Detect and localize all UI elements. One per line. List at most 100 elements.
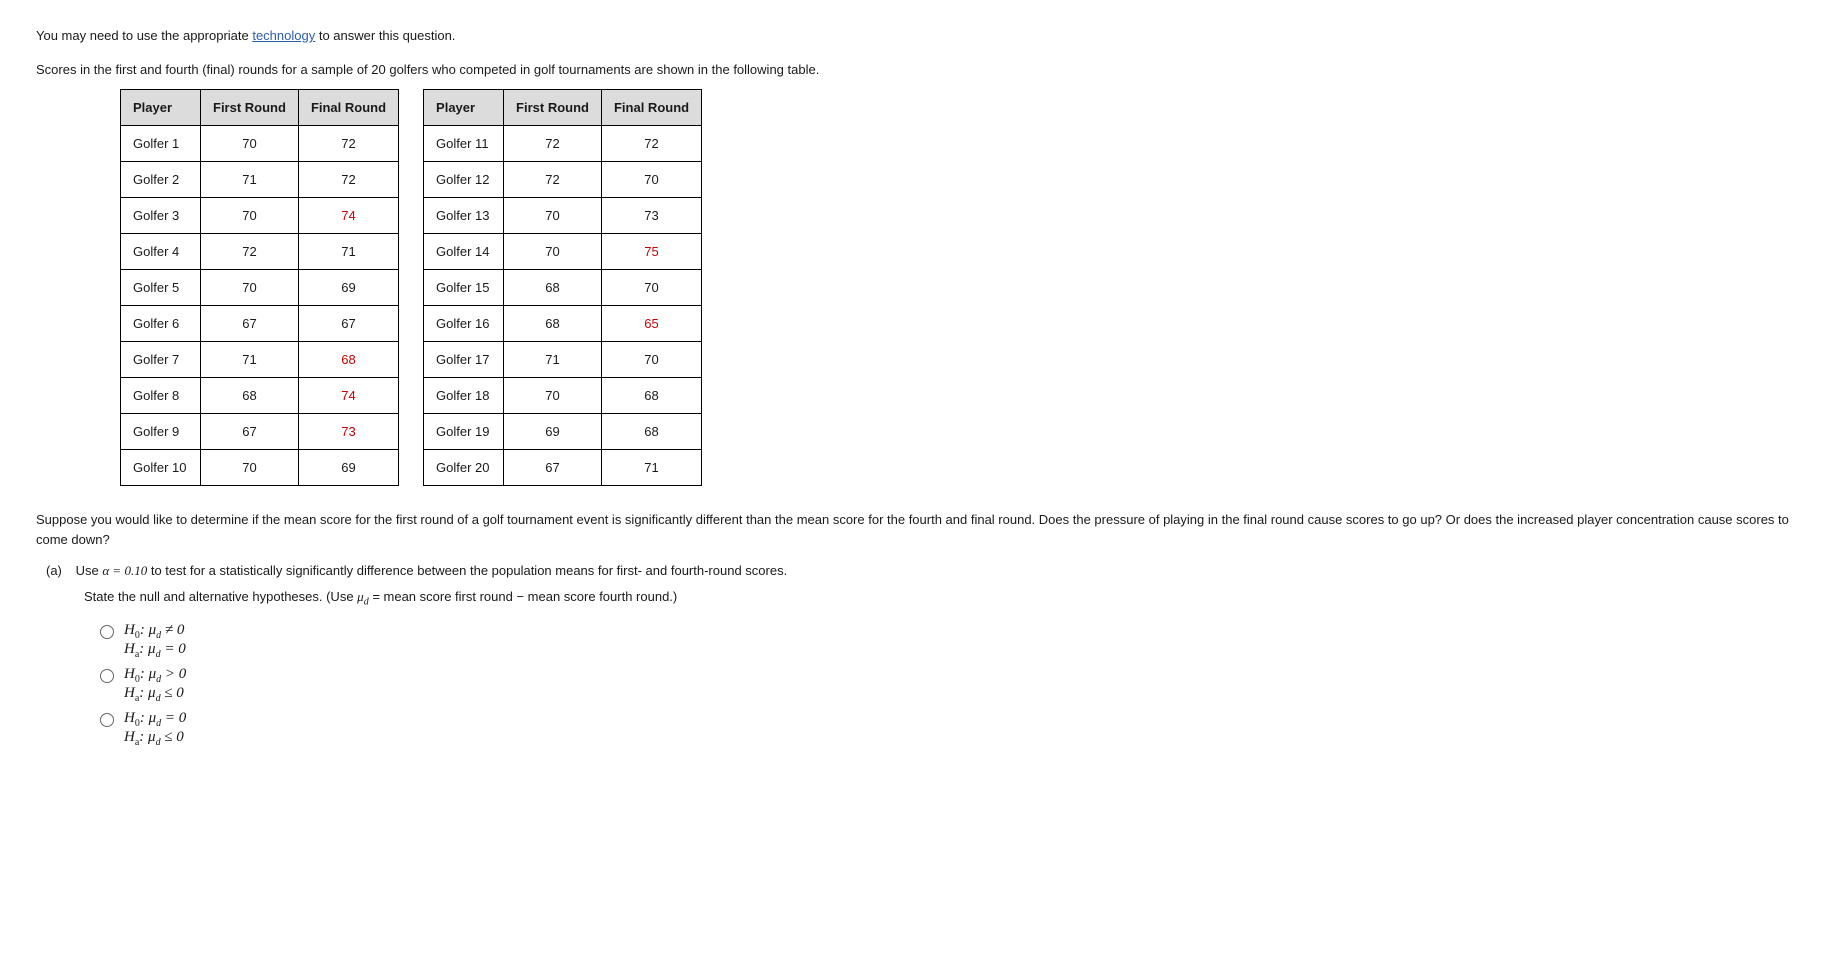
cell-final: 71 [601, 450, 701, 486]
table-row: Golfer 77168 [121, 342, 399, 378]
cell-final: 65 [601, 306, 701, 342]
cell-player: Golfer 15 [424, 270, 504, 306]
cell-first: 70 [201, 126, 299, 162]
table-row: Golfer 127270 [424, 162, 702, 198]
table-row: Golfer 117272 [424, 126, 702, 162]
hypothesis-line: Ha: μd ≤ 0 [124, 729, 186, 748]
table-row: Golfer 156870 [424, 270, 702, 306]
radio-button[interactable] [100, 713, 114, 727]
cell-final: 70 [601, 342, 701, 378]
cell-player: Golfer 16 [424, 306, 504, 342]
part-a-post: to test for a statistically significantl… [147, 563, 787, 578]
cell-final: 74 [298, 198, 398, 234]
golfer-table-left: Player First Round Final Round Golfer 17… [120, 89, 399, 486]
cell-final: 69 [298, 450, 398, 486]
option-row: H0: μd ≠ 0Ha: μd = 0 [100, 622, 1789, 660]
hypothesis-pair: H0: μd > 0Ha: μd ≤ 0 [124, 666, 186, 704]
cell-first: 71 [201, 162, 299, 198]
cell-player: Golfer 8 [121, 378, 201, 414]
cell-first: 70 [201, 270, 299, 306]
table-row: Golfer 187068 [424, 378, 702, 414]
option-row: H0: μd = 0Ha: μd ≤ 0 [100, 710, 1789, 748]
hypothesis-options: H0: μd ≠ 0Ha: μd = 0 H0: μd > 0Ha: μd ≤ 0… [100, 622, 1789, 748]
table-row: Golfer 177170 [424, 342, 702, 378]
golfer-table-right: Player First Round Final Round Golfer 11… [423, 89, 702, 486]
cell-first: 67 [201, 306, 299, 342]
cell-player: Golfer 6 [121, 306, 201, 342]
cell-final: 68 [298, 342, 398, 378]
cell-final: 68 [601, 414, 701, 450]
hypothesis-prompt: State the null and alternative hypothese… [84, 589, 1789, 608]
cell-first: 72 [201, 234, 299, 270]
cell-final: 71 [298, 234, 398, 270]
intro-pre: You may need to use the appropriate [36, 28, 252, 43]
table-row: Golfer 166865 [424, 306, 702, 342]
table-row: Golfer 206771 [424, 450, 702, 486]
subq-post: = mean score first round − mean score fo… [369, 589, 678, 604]
cell-first: 71 [201, 342, 299, 378]
cell-final: 75 [601, 234, 701, 270]
cell-first: 68 [201, 378, 299, 414]
table-row: Golfer 66767 [121, 306, 399, 342]
table-row: Golfer 47271 [121, 234, 399, 270]
cell-player: Golfer 9 [121, 414, 201, 450]
cell-player: Golfer 2 [121, 162, 201, 198]
cell-final: 73 [601, 198, 701, 234]
cell-final: 74 [298, 378, 398, 414]
cell-player: Golfer 4 [121, 234, 201, 270]
cell-first: 70 [504, 378, 602, 414]
radio-button[interactable] [100, 669, 114, 683]
col-player: Player [424, 90, 504, 126]
cell-player: Golfer 13 [424, 198, 504, 234]
description: Scores in the first and fourth (final) r… [36, 60, 1789, 80]
cell-player: Golfer 10 [121, 450, 201, 486]
cell-first: 67 [504, 450, 602, 486]
table-row: Golfer 196968 [424, 414, 702, 450]
cell-final: 72 [601, 126, 701, 162]
cell-player: Golfer 7 [121, 342, 201, 378]
alpha-eq: α = 0.10 [102, 563, 147, 578]
cell-player: Golfer 12 [424, 162, 504, 198]
table-row: Golfer 147075 [424, 234, 702, 270]
radio-button[interactable] [100, 625, 114, 639]
cell-final: 70 [601, 270, 701, 306]
cell-player: Golfer 18 [424, 378, 504, 414]
cell-final: 73 [298, 414, 398, 450]
question-text: Suppose you would like to determine if t… [36, 510, 1789, 549]
cell-final: 72 [298, 126, 398, 162]
part-a: (a) Use α = 0.10 to test for a statistic… [46, 563, 1789, 579]
hypothesis-pair: H0: μd ≠ 0Ha: μd = 0 [124, 622, 186, 660]
table-row: Golfer 37074 [121, 198, 399, 234]
table-row: Golfer 27172 [121, 162, 399, 198]
col-player: Player [121, 90, 201, 126]
cell-first: 70 [504, 234, 602, 270]
cell-first: 68 [504, 306, 602, 342]
cell-player: Golfer 14 [424, 234, 504, 270]
hypothesis-line: H0: μd = 0 [124, 710, 186, 729]
cell-first: 72 [504, 162, 602, 198]
cell-first: 67 [201, 414, 299, 450]
cell-player: Golfer 3 [121, 198, 201, 234]
intro-post: to answer this question. [315, 28, 455, 43]
cell-final: 68 [601, 378, 701, 414]
hypothesis-line: Ha: μd ≤ 0 [124, 685, 186, 704]
col-final: Final Round [298, 90, 398, 126]
cell-player: Golfer 1 [121, 126, 201, 162]
table-row: Golfer 57069 [121, 270, 399, 306]
cell-player: Golfer 11 [424, 126, 504, 162]
col-final: Final Round [601, 90, 701, 126]
subq-pre: State the null and alternative hypothese… [84, 589, 357, 604]
cell-first: 70 [201, 450, 299, 486]
technology-link[interactable]: technology [252, 28, 315, 43]
table-row: Golfer 107069 [121, 450, 399, 486]
tables-container: Player First Round Final Round Golfer 17… [120, 89, 1789, 486]
table-row: Golfer 17072 [121, 126, 399, 162]
cell-final: 70 [601, 162, 701, 198]
cell-first: 68 [504, 270, 602, 306]
part-a-pre: Use [76, 563, 103, 578]
cell-final: 67 [298, 306, 398, 342]
hypothesis-line: H0: μd ≠ 0 [124, 622, 186, 641]
table-row: Golfer 96773 [121, 414, 399, 450]
mu-d-symbol: μd [357, 589, 369, 604]
cell-player: Golfer 17 [424, 342, 504, 378]
